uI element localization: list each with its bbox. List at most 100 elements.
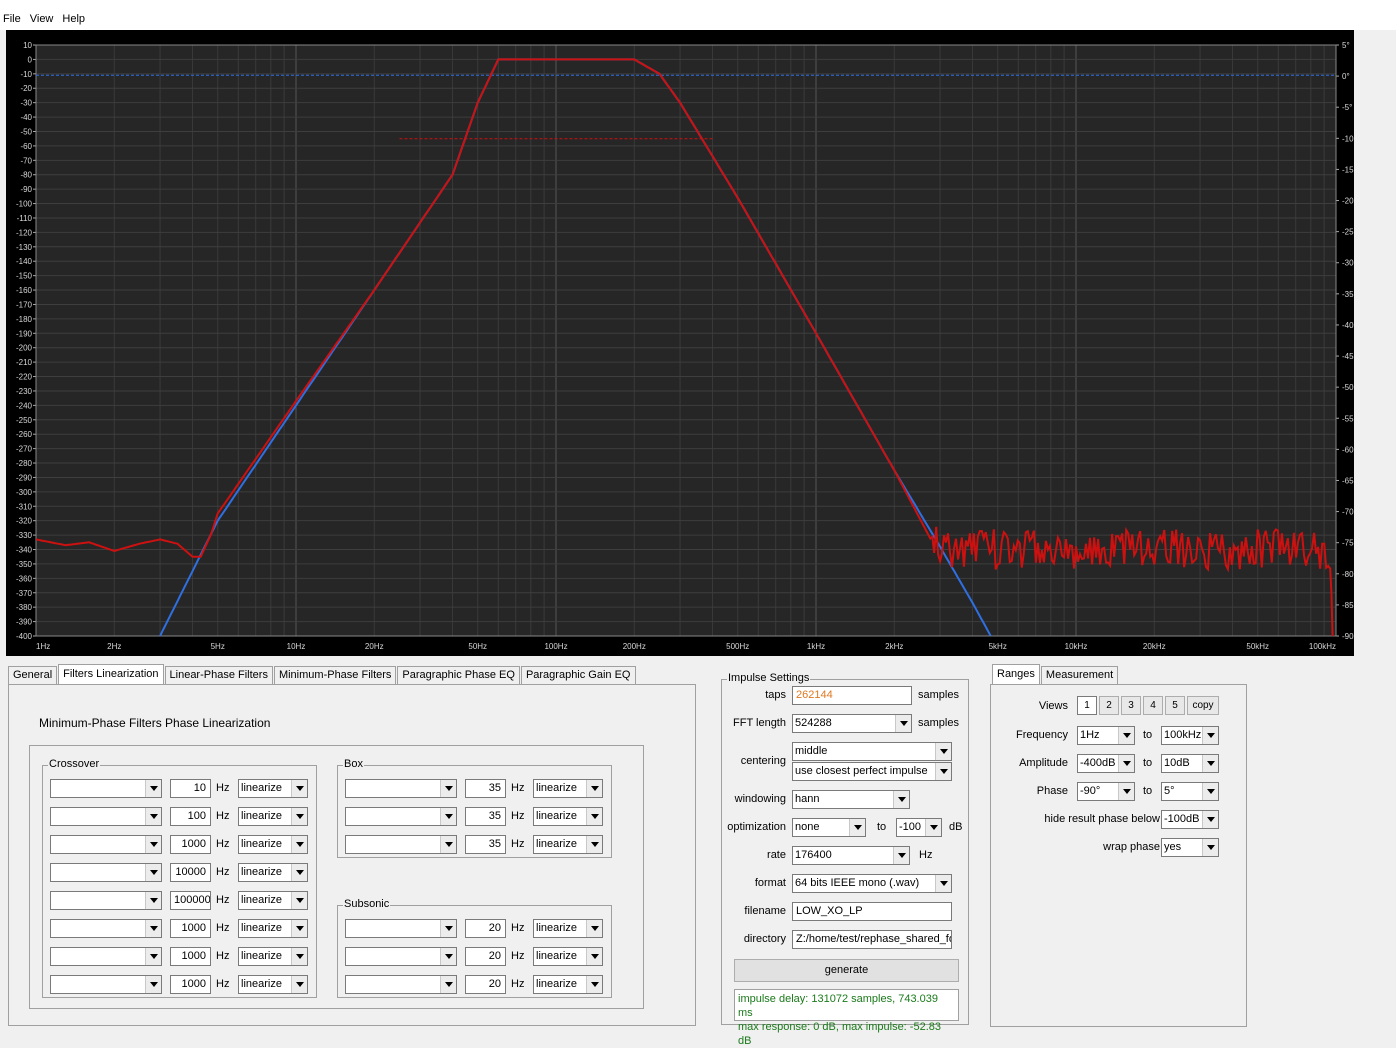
chevron-down-icon[interactable]	[925, 819, 941, 836]
chevron-down-icon[interactable]	[440, 948, 456, 965]
chevron-down-icon[interactable]	[1202, 811, 1218, 828]
tab-filters-linearization[interactable]: Filters Linearization	[58, 664, 164, 684]
chevron-down-icon[interactable]	[440, 780, 456, 797]
chevron-down-icon[interactable]	[145, 920, 161, 937]
subsonic-type-select[interactable]	[345, 975, 457, 994]
chevron-down-icon[interactable]	[586, 976, 602, 993]
fft-length-select[interactable]: 524288	[792, 714, 912, 733]
crossover-type-select[interactable]	[50, 835, 162, 854]
crossover-type-select[interactable]	[50, 947, 162, 966]
subsonic-type-select[interactable]	[345, 919, 457, 938]
chevron-down-icon[interactable]	[935, 763, 951, 780]
box-type-select[interactable]	[345, 779, 457, 798]
copy-view-button[interactable]: copy	[1187, 696, 1219, 715]
chevron-down-icon[interactable]	[291, 836, 307, 853]
chevron-down-icon[interactable]	[291, 976, 307, 993]
crossover-type-select[interactable]	[50, 975, 162, 994]
subsonic-frequency-field[interactable]: 20	[465, 919, 506, 938]
chevron-down-icon[interactable]	[440, 836, 456, 853]
tab-paragraphic-phase-eq[interactable]: Paragraphic Phase EQ	[397, 666, 520, 684]
box-type-select[interactable]	[345, 835, 457, 854]
crossover-frequency-field[interactable]: 10000	[170, 863, 211, 882]
chevron-down-icon[interactable]	[291, 780, 307, 797]
wrap-phase-select[interactable]: yes	[1161, 838, 1219, 857]
crossover-frequency-field[interactable]: 100000	[170, 891, 211, 910]
chevron-down-icon[interactable]	[440, 808, 456, 825]
format-select[interactable]: 64 bits IEEE mono (.wav)	[792, 874, 952, 893]
menu-file[interactable]: File	[0, 9, 27, 30]
directory-field[interactable]: Z:/home/test/rephase_shared_fo	[792, 930, 952, 949]
chevron-down-icon[interactable]	[145, 780, 161, 797]
box-mode-select[interactable]: linearize	[533, 807, 603, 826]
optimization-select[interactable]: none	[792, 818, 866, 837]
centering-select[interactable]: middle	[792, 742, 952, 761]
menu-view[interactable]: View	[27, 9, 60, 30]
box-frequency-field[interactable]: 35	[465, 807, 506, 826]
chevron-down-icon[interactable]	[1118, 783, 1134, 800]
box-frequency-field[interactable]: 35	[465, 779, 506, 798]
tab-paragraphic-gain-eq[interactable]: Paragraphic Gain EQ	[520, 666, 636, 684]
generate-button[interactable]: generate	[734, 959, 959, 982]
crossover-mode-select[interactable]: linearize	[238, 863, 308, 882]
chevron-down-icon[interactable]	[291, 808, 307, 825]
chevron-down-icon[interactable]	[1118, 755, 1134, 772]
chevron-down-icon[interactable]	[935, 875, 951, 892]
subsonic-frequency-field[interactable]: 20	[465, 947, 506, 966]
tab-linear-phase-filters[interactable]: Linear-Phase Filters	[164, 666, 273, 684]
subsonic-mode-select[interactable]: linearize	[533, 947, 603, 966]
chevron-down-icon[interactable]	[893, 847, 909, 864]
chevron-down-icon[interactable]	[291, 864, 307, 881]
crossover-type-select[interactable]	[50, 891, 162, 910]
crossover-type-select[interactable]	[50, 807, 162, 826]
hide-phase-select[interactable]: -100dB	[1161, 810, 1219, 829]
crossover-frequency-field[interactable]: 1000	[170, 975, 211, 994]
crossover-frequency-field[interactable]: 10	[170, 779, 211, 798]
optimization-level-select[interactable]: -100	[896, 818, 942, 837]
chevron-down-icon[interactable]	[586, 808, 602, 825]
crossover-mode-select[interactable]: linearize	[238, 835, 308, 854]
crossover-type-select[interactable]	[50, 779, 162, 798]
chevron-down-icon[interactable]	[893, 791, 909, 808]
subsonic-mode-select[interactable]: linearize	[533, 975, 603, 994]
chevron-down-icon[interactable]	[1202, 727, 1218, 744]
chevron-down-icon[interactable]	[1118, 727, 1134, 744]
crossover-mode-select[interactable]: linearize	[238, 891, 308, 910]
chevron-down-icon[interactable]	[1202, 839, 1218, 856]
chevron-down-icon[interactable]	[145, 808, 161, 825]
chevron-down-icon[interactable]	[291, 892, 307, 909]
frequency-from-select[interactable]: 1Hz	[1077, 726, 1135, 745]
crossover-mode-select[interactable]: linearize	[238, 975, 308, 994]
chevron-down-icon[interactable]	[895, 715, 911, 732]
response-plot[interactable]: 10 0 -10 -20 -30 -40 -50 -60 -70 -80 -90 -100 -110 -1…	[6, 30, 1354, 656]
chevron-down-icon[interactable]	[145, 864, 161, 881]
box-mode-select[interactable]: linearize	[533, 835, 603, 854]
crossover-mode-select[interactable]: linearize	[238, 919, 308, 938]
crossover-frequency-field[interactable]: 100	[170, 807, 211, 826]
crossover-frequency-field[interactable]: 1000	[170, 835, 211, 854]
tab-minimum-phase-filters[interactable]: Minimum-Phase Filters	[273, 666, 397, 684]
chevron-down-icon[interactable]	[935, 743, 951, 760]
chevron-down-icon[interactable]	[145, 836, 161, 853]
crossover-type-select[interactable]	[50, 919, 162, 938]
tab-ranges[interactable]: Ranges	[992, 664, 1040, 684]
crossover-mode-select[interactable]: linearize	[238, 779, 308, 798]
view-5-button[interactable]: 5	[1165, 696, 1185, 715]
chevron-down-icon[interactable]	[145, 976, 161, 993]
chevron-down-icon[interactable]	[586, 948, 602, 965]
box-frequency-field[interactable]: 35	[465, 835, 506, 854]
crossover-mode-select[interactable]: linearize	[238, 807, 308, 826]
menu-help[interactable]: Help	[59, 9, 91, 30]
view-1-button[interactable]: 1	[1077, 696, 1097, 715]
subsonic-type-select[interactable]	[345, 947, 457, 966]
chevron-down-icon[interactable]	[145, 892, 161, 909]
chevron-down-icon[interactable]	[1202, 755, 1218, 772]
response-chart[interactable]: 10 0 -10 -20 -30 -40 -50 -60 -70 -80 -90 -100 -110 -1…	[6, 30, 1354, 656]
crossover-frequency-field[interactable]: 1000	[170, 947, 211, 966]
chevron-down-icon[interactable]	[586, 836, 602, 853]
frequency-to-select[interactable]: 100kHz	[1161, 726, 1219, 745]
chevron-down-icon[interactable]	[1202, 783, 1218, 800]
crossover-mode-select[interactable]: linearize	[238, 947, 308, 966]
box-type-select[interactable]	[345, 807, 457, 826]
chevron-down-icon[interactable]	[586, 920, 602, 937]
chevron-down-icon[interactable]	[291, 948, 307, 965]
